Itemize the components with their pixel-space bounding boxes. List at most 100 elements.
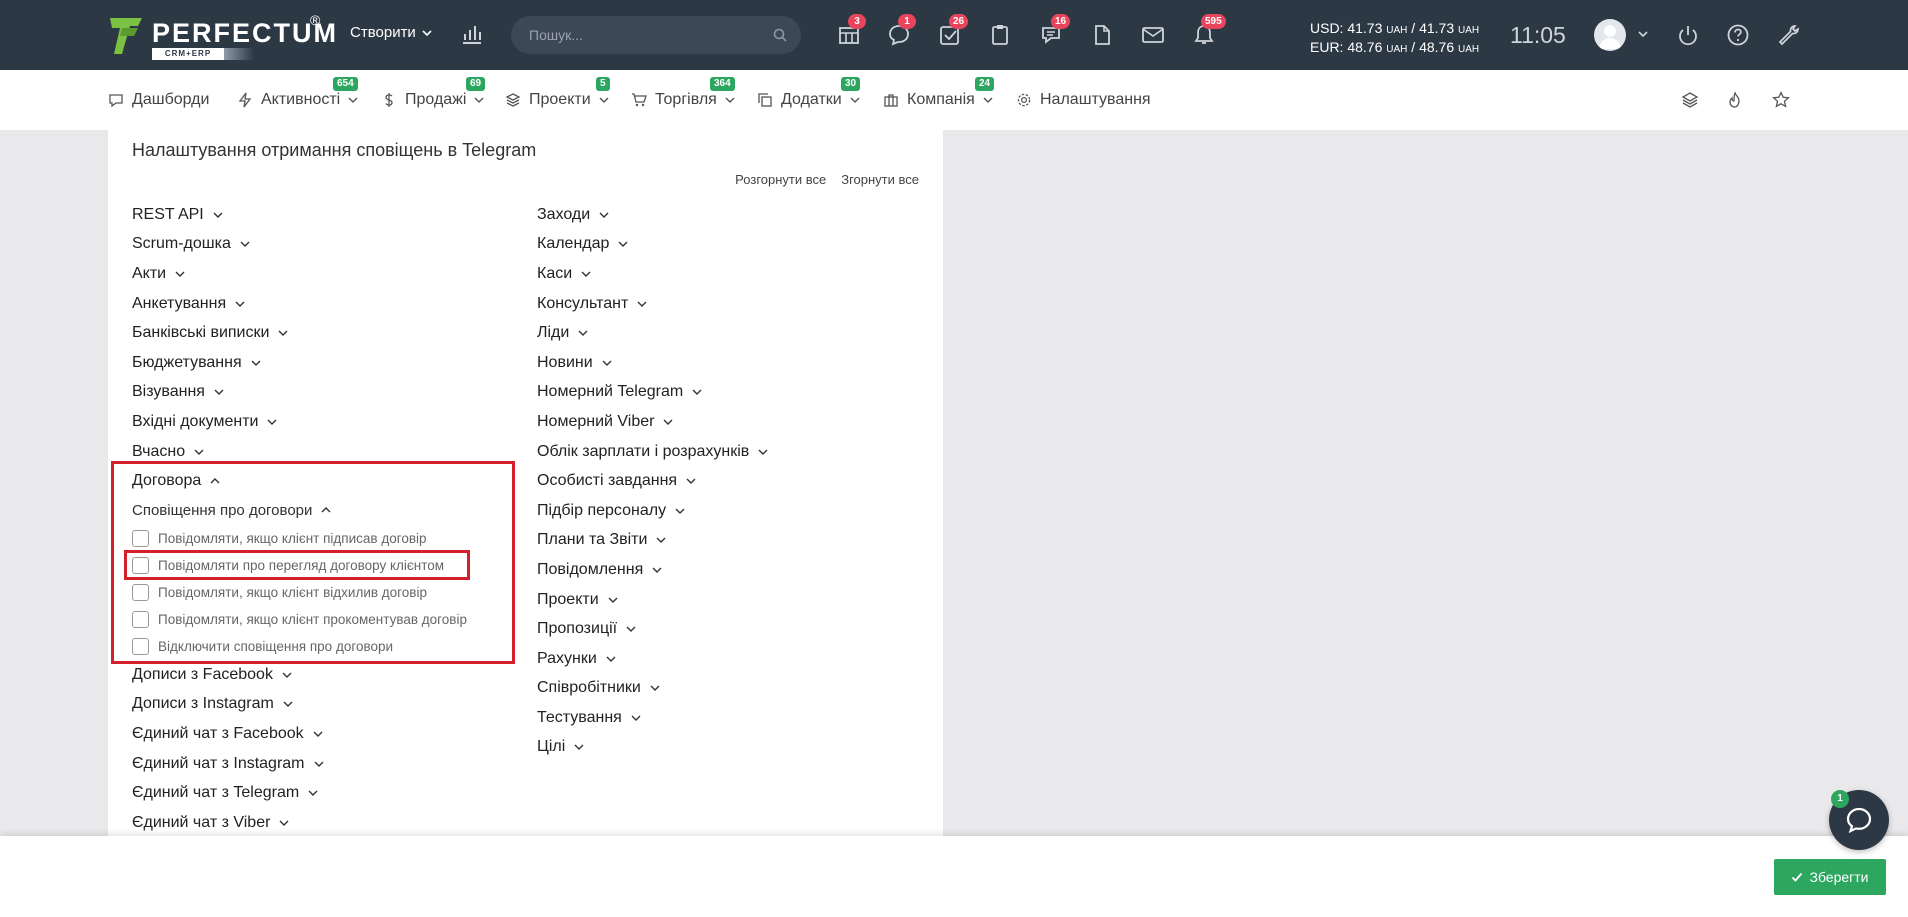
projects-badge: 5: [596, 77, 610, 91]
comments-icon[interactable]: 16: [1039, 14, 1071, 48]
avatar[interactable]: [1594, 19, 1626, 51]
chevron-down-icon: [725, 97, 735, 103]
chevron-down-icon: [213, 212, 223, 218]
checkbox[interactable]: [132, 610, 149, 628]
document-icon[interactable]: [1089, 22, 1115, 48]
category-item[interactable]: Підбір персоналу: [537, 496, 769, 526]
usd-rate: USD: 41.73 UAH / 41.73 UAH: [1310, 20, 1480, 36]
search-icon[interactable]: [773, 28, 787, 42]
save-button[interactable]: Зберегти: [1774, 859, 1886, 895]
category-item[interactable]: Особисті завдання: [537, 466, 769, 496]
power-icon[interactable]: [1675, 22, 1701, 48]
main-navigation: Дашборди Активності 654 Продажі 69 Проек…: [0, 70, 1908, 130]
category-item[interactable]: Номерний Viber: [537, 407, 769, 437]
star-icon[interactable]: [1771, 90, 1791, 110]
chevron-down-icon: [348, 97, 358, 103]
category-item[interactable]: Вхідні документи: [132, 407, 467, 437]
checkbox[interactable]: [132, 556, 149, 574]
chat-icon[interactable]: 1: [886, 14, 916, 48]
tasks-badge: 3: [848, 14, 866, 29]
chevron-down-icon: [581, 271, 591, 277]
logo-subtitle: CRM+ERP: [152, 48, 224, 60]
fire-icon[interactable]: [1725, 90, 1745, 110]
category-item[interactable]: Scrum-дошка: [132, 230, 467, 260]
category-item[interactable]: Дописи з Instagram: [132, 690, 467, 720]
chevron-down-icon: [599, 212, 609, 218]
layers-stack-icon[interactable]: [1680, 90, 1700, 110]
category-item[interactable]: Вчасно: [132, 437, 467, 467]
category-item[interactable]: Пропозиції: [537, 614, 769, 644]
checklist-icon[interactable]: 26: [937, 14, 969, 48]
category-item[interactable]: Цілі: [537, 733, 769, 763]
category-item[interactable]: Єдиний чат з Instagram: [132, 749, 467, 779]
nav-item-dashboards[interactable]: Дашборди: [108, 91, 209, 109]
settings-wrench-icon[interactable]: [1776, 22, 1802, 48]
category-item-contracts[interactable]: Договора: [132, 466, 467, 496]
subcategory-contract-notifications[interactable]: Сповіщення про договори: [132, 496, 467, 525]
nav-item-sales[interactable]: Продажі 69: [381, 77, 486, 109]
chevron-down-icon: [618, 241, 628, 248]
chevron-down-icon: [314, 761, 324, 767]
tasks-board-icon[interactable]: 3: [836, 14, 866, 48]
option-contract-commented: Повідомляти, якщо клієнт прокоментував д…: [132, 606, 467, 633]
clock: 11:05: [1510, 22, 1566, 48]
copy-icon: [758, 93, 772, 107]
nav-item-trade[interactable]: Торгівля 364: [631, 77, 735, 109]
category-item[interactable]: Тестування: [537, 703, 769, 733]
category-item[interactable]: Заходи: [537, 200, 769, 230]
bell-icon[interactable]: 595: [1191, 14, 1226, 48]
category-item[interactable]: Повідомлення: [537, 555, 769, 585]
chevron-down-icon: [850, 97, 860, 103]
category-item[interactable]: Акти: [132, 259, 467, 289]
category-item[interactable]: Плани та Звіти: [537, 526, 769, 556]
nav-item-addons[interactable]: Додатки 30: [757, 77, 861, 109]
category-item[interactable]: Новини: [537, 348, 769, 378]
category-item[interactable]: Бюджетування: [132, 348, 467, 378]
chevron-down-icon: [574, 744, 584, 751]
chevron-up-icon: [321, 507, 331, 513]
category-item[interactable]: Календар: [537, 230, 769, 260]
category-item[interactable]: Візування: [132, 378, 467, 408]
lightning-icon: [238, 92, 252, 108]
nav-item-projects[interactable]: Проекти 5: [505, 77, 610, 109]
check-icon: [1792, 872, 1803, 882]
category-item[interactable]: Номерний Telegram: [537, 378, 769, 408]
logo[interactable]: PERFECTUM ® CRM+ERP: [108, 12, 336, 60]
chevron-down-icon: [626, 626, 636, 633]
mail-icon[interactable]: [1140, 22, 1166, 48]
category-item[interactable]: Каси: [537, 259, 769, 289]
categories-right-column: Заходи Календар Каси Консультант Ліди Но…: [537, 200, 769, 762]
search-input[interactable]: [529, 16, 769, 54]
help-icon[interactable]: [1725, 22, 1751, 48]
nav-item-company[interactable]: Компанія 24: [883, 77, 995, 109]
category-item[interactable]: Банківські виписки: [132, 318, 467, 348]
checkbox[interactable]: [132, 529, 149, 547]
category-item[interactable]: Єдиний чат з Facebook: [132, 719, 467, 749]
category-item[interactable]: Співробітники: [537, 674, 769, 704]
clipboard-icon[interactable]: [987, 22, 1013, 48]
expand-all-link[interactable]: Розгорнути все: [735, 172, 826, 187]
chevron-up-icon: [210, 478, 220, 484]
category-item[interactable]: Облік зарплати і розрахунків: [537, 437, 769, 467]
category-item[interactable]: Консультант: [537, 289, 769, 319]
nav-item-activities[interactable]: Активності 654: [237, 77, 358, 109]
user-menu-chevron-icon[interactable]: [1637, 28, 1649, 40]
checkbox[interactable]: [132, 637, 149, 655]
category-item[interactable]: Дописи з Facebook: [132, 660, 467, 690]
category-item[interactable]: Ліди: [537, 318, 769, 348]
reports-chart-icon[interactable]: [460, 22, 484, 46]
chevron-down-icon: [650, 685, 660, 692]
nav-item-settings[interactable]: Налаштування: [1016, 91, 1151, 109]
category-item[interactable]: REST API: [132, 200, 467, 230]
category-item[interactable]: Єдиний чат з Viber: [132, 808, 467, 838]
category-item[interactable]: Проекти: [537, 585, 769, 615]
collapse-all-link[interactable]: Згорнути все: [841, 172, 919, 187]
category-item[interactable]: Єдиний чат з Telegram: [132, 778, 467, 808]
checkbox[interactable]: [132, 583, 149, 601]
create-menu-button[interactable]: Створити: [350, 24, 432, 41]
chevron-down-icon: [631, 715, 641, 721]
footer-bar: Зберегти: [0, 836, 1908, 917]
category-item[interactable]: Рахунки: [537, 644, 769, 674]
comments-badge: 16: [1051, 14, 1071, 29]
category-item[interactable]: Анкетування: [132, 289, 467, 319]
